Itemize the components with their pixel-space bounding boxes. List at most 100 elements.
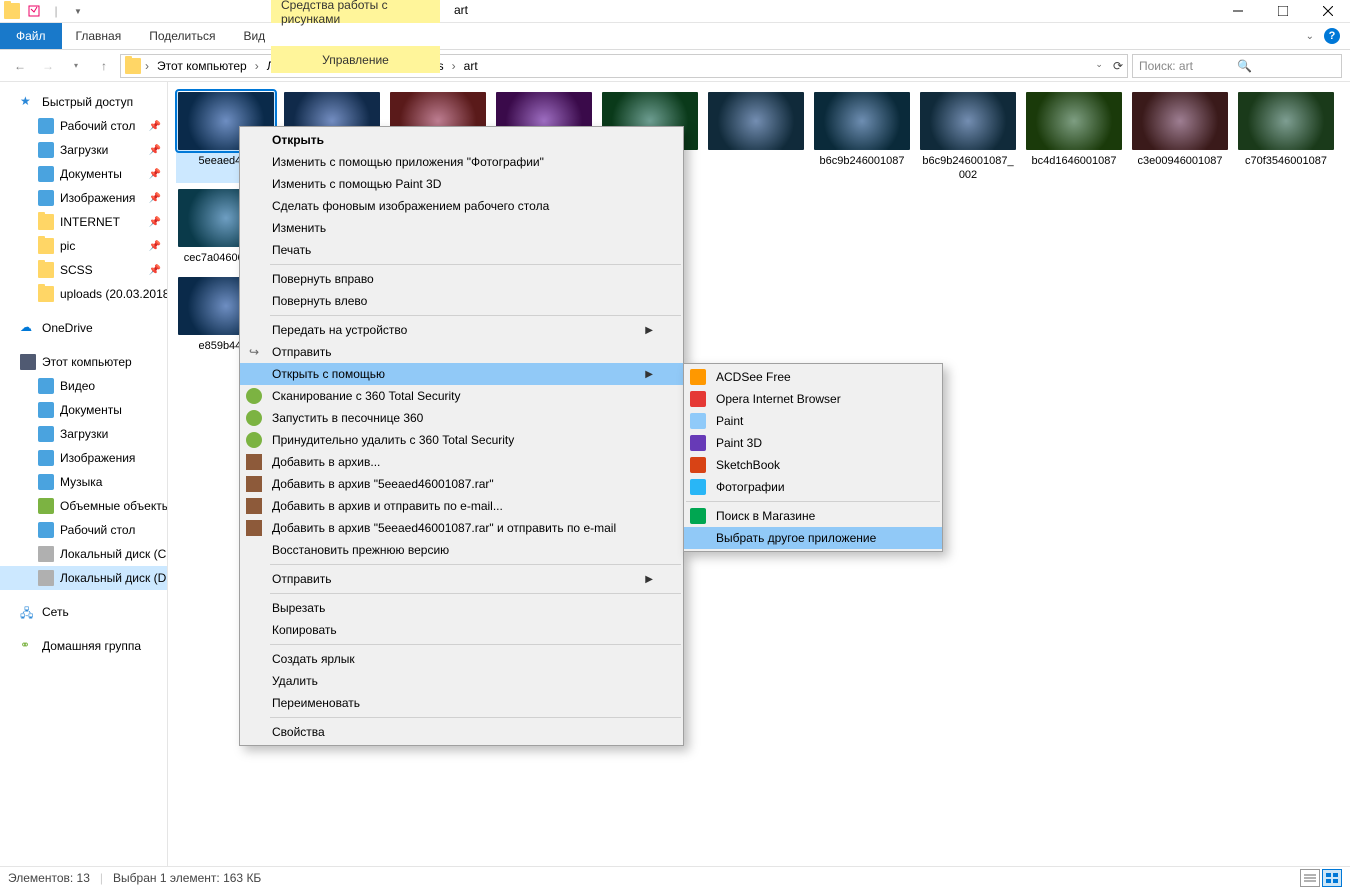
shield-icon [246,388,262,404]
ribbon-tab-share[interactable]: Поделиться [135,23,229,49]
ctx-archive-named-email[interactable]: Добавить в архив "5eeaed46001087.rar" и … [240,517,683,539]
file-thumbnail[interactable]: b6c9b246001087 [812,92,912,183]
nav-item[interactable]: SCSS📌 [0,258,167,282]
nav-homegroup[interactable]: ⚭Домашняя группа [0,634,167,658]
submenu-app[interactable]: Paint 3D [684,432,942,454]
chevron-right-icon[interactable]: › [143,59,151,73]
maximize-button[interactable] [1260,0,1305,22]
nav-forward-button[interactable]: → [36,54,60,78]
nav-item[interactable]: Загрузки [0,422,167,446]
chevron-right-icon[interactable]: › [253,59,261,73]
archive-icon [246,454,262,470]
ctx-rotate-right[interactable]: Повернуть вправо [240,268,683,290]
nav-item[interactable]: Изображения [0,446,167,470]
nav-back-button[interactable]: ← [8,54,32,78]
ctx-edit[interactable]: Изменить [240,217,683,239]
ctx-archive-email[interactable]: Добавить в архив и отправить по e-mail..… [240,495,683,517]
ctx-set-wallpaper[interactable]: Сделать фоновым изображением рабочего ст… [240,195,683,217]
file-thumbnail[interactable]: c3e00946001087 [1130,92,1230,183]
ctx-sandbox-360[interactable]: Запустить в песочнице 360 [240,407,683,429]
thumbnails-view-button[interactable] [1322,869,1342,887]
address-dropdown-icon[interactable]: ⌄ [1095,59,1103,73]
ctx-open[interactable]: Открыть [240,129,683,151]
ribbon-expand-icon[interactable]: ⌄ [1306,31,1314,42]
search-input[interactable]: Поиск: art 🔍 [1132,54,1342,78]
ribbon-tab-manage[interactable]: Управление [271,46,440,73]
nav-item[interactable]: Локальный диск (C [0,542,167,566]
nav-item[interactable]: Рабочий стол [0,518,167,542]
pin-icon: 📌 [149,217,161,228]
separator [270,644,681,645]
ctx-properties[interactable]: Свойства [240,721,683,743]
nav-item[interactable]: Рабочий стол📌 [0,114,167,138]
ctx-restore[interactable]: Восстановить прежнюю версию [240,539,683,561]
nav-item[interactable]: pic📌 [0,234,167,258]
refresh-icon[interactable]: ⟳ [1113,59,1123,73]
nav-item[interactable]: Видео [0,374,167,398]
nav-item[interactable]: Документы📌 [0,162,167,186]
archive-icon [246,520,262,536]
ctx-edit-paint3d[interactable]: Изменить с помощью Paint 3D [240,173,683,195]
chevron-right-icon[interactable]: › [450,59,458,73]
properties-icon[interactable] [26,3,42,19]
sandbox-icon [246,410,262,426]
qat-dropdown-icon[interactable]: ▼ [70,3,86,19]
ctx-scan-360[interactable]: Сканирование с 360 Total Security [240,385,683,407]
file-thumbnail[interactable]: bc4d1646001087 [1024,92,1124,183]
blue-icon [38,450,54,466]
help-icon[interactable]: ? [1324,28,1340,44]
submenu-app[interactable]: ACDSee Free [684,366,942,388]
nav-item[interactable]: Загрузки📌 [0,138,167,162]
nav-this-pc[interactable]: Этот компьютер [0,350,167,374]
separator: | [100,871,103,885]
nav-network[interactable]: 🖧Сеть [0,600,167,624]
ctx-archive-named[interactable]: Добавить в архив "5eeaed46001087.rar" [240,473,683,495]
ctx-archive-add[interactable]: Добавить в архив... [240,451,683,473]
ctx-cast[interactable]: Передать на устройство▶ [240,319,683,341]
view-mode-switch [1300,869,1342,887]
ctx-rename[interactable]: Переименовать [240,692,683,714]
ctx-print[interactable]: Печать [240,239,683,261]
submenu-app[interactable]: Paint [684,410,942,432]
nav-recent-dropdown[interactable]: ▾ [64,54,88,78]
ctx-edit-photos[interactable]: Изменить с помощью приложения "Фотографи… [240,151,683,173]
details-view-button[interactable] [1300,869,1320,887]
ctx-force-delete-360[interactable]: Принудительно удалить с 360 Total Securi… [240,429,683,451]
file-thumbnail[interactable]: b6c9b246001087_002 [918,92,1018,183]
nav-item[interactable]: Объемные объекты [0,494,167,518]
ctx-copy[interactable]: Копировать [240,619,683,641]
thumbnail-image [1132,92,1228,150]
nav-up-button[interactable]: ↑ [92,54,116,78]
ribbon-file-tab[interactable]: Файл [0,23,62,49]
ctx-delete[interactable]: Удалить [240,670,683,692]
nav-item[interactable]: Локальный диск (D [0,566,167,590]
nav-item[interactable]: Изображения📌 [0,186,167,210]
file-thumbnail[interactable] [706,92,806,183]
nav-item[interactable]: Музыка [0,470,167,494]
ctx-share[interactable]: ↪Отправить [240,341,683,363]
nav-onedrive[interactable]: ☁OneDrive [0,316,167,340]
app-icon [690,369,706,385]
search-icon[interactable]: 🔍 [1237,59,1335,73]
submenu-app[interactable]: SketchBook [684,454,942,476]
nav-item[interactable]: Документы [0,398,167,422]
breadcrumb[interactable]: Этот компьютер [153,55,251,77]
ctx-open-with[interactable]: Открыть с помощью▶ [240,363,683,385]
submenu-store[interactable]: Поиск в Магазине [684,505,942,527]
submenu-app[interactable]: Фотографии [684,476,942,498]
nav-quick-access[interactable]: ★Быстрый доступ [0,90,167,114]
nav-item[interactable]: uploads (20.03.2018📌 [0,282,167,306]
minimize-button[interactable] [1215,0,1260,22]
ctx-send-to[interactable]: Отправить▶ [240,568,683,590]
close-button[interactable] [1305,0,1350,22]
breadcrumb[interactable]: art [460,55,482,77]
file-thumbnail[interactable]: c70f3546001087 [1236,92,1336,183]
nav-item-label: Рабочий стол [60,119,135,133]
submenu-choose-other[interactable]: Выбрать другое приложение [684,527,942,549]
ctx-cut[interactable]: Вырезать [240,597,683,619]
nav-item[interactable]: INTERNET📌 [0,210,167,234]
ctx-shortcut[interactable]: Создать ярлык [240,648,683,670]
ribbon-tab-home[interactable]: Главная [62,23,136,49]
ctx-rotate-left[interactable]: Повернуть влево [240,290,683,312]
submenu-app[interactable]: Opera Internet Browser [684,388,942,410]
